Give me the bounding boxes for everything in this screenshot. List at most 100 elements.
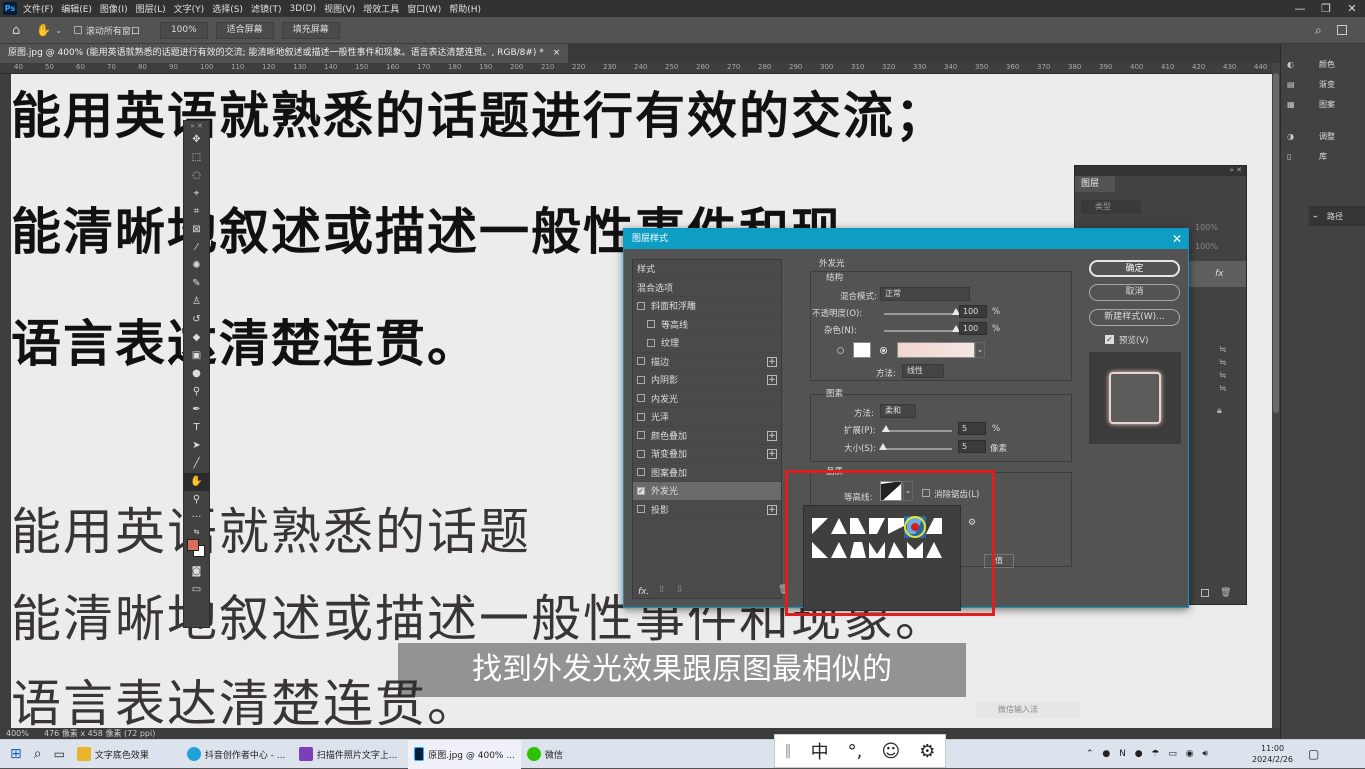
search-icon[interactable]: ⌕ [28, 740, 48, 769]
zoom-100-button[interactable]: 100% [159, 21, 208, 39]
style-item[interactable]: 颜色叠加 + [633, 427, 781, 445]
add-style-icon[interactable]: + [767, 375, 777, 385]
lasso-tool-icon[interactable]: ◌ [184, 167, 209, 185]
menu-type[interactable]: 文字(Y) [174, 2, 205, 15]
close-icon[interactable]: ✕ [1172, 229, 1182, 249]
menu-image[interactable]: 图像(I) [100, 2, 128, 15]
taskbar-app-photoshop[interactable]: 原图.jpg @ 400% ... [407, 739, 521, 769]
add-style-icon[interactable]: + [767, 449, 777, 459]
style-item[interactable]: 光泽 [633, 408, 781, 427]
dock-paths[interactable]: ⌁ 路径 [1309, 206, 1365, 226]
opacity-slider[interactable] [884, 313, 956, 315]
style-item-checkbox[interactable] [637, 505, 645, 514]
layers-opacity[interactable]: 100% [1195, 223, 1218, 232]
style-item[interactable]: 投影 + [633, 501, 781, 519]
notification-icon[interactable]: ▢ [1302, 740, 1325, 769]
document-tab[interactable]: 原图.jpg @ 400% (能用英语就熟悉的话题进行有效的交流; 能清晰地叙述… [0, 44, 569, 63]
size-slider-thumb[interactable] [879, 443, 888, 450]
taskbar-app-onenote[interactable]: 扫描件照片文字上... [293, 740, 408, 769]
line-tool-icon[interactable]: ╱ [184, 455, 209, 473]
style-item-checkbox[interactable] [637, 431, 645, 440]
home-icon[interactable]: ⌂ [12, 23, 20, 38]
move-tool-icon[interactable]: ✥ [184, 131, 209, 149]
dialog-title-bar[interactable]: 图层样式 ✕ [624, 229, 1188, 249]
crop-tool-icon[interactable]: ⌗ [184, 203, 209, 221]
pen-tool-icon[interactable]: ✒ [184, 401, 209, 419]
chevron-down-icon[interactable]: ⌄ [55, 26, 62, 35]
type-tool-icon[interactable]: T [184, 419, 209, 437]
style-item[interactable]: 等高线 [633, 316, 781, 334]
layers-kind-filter[interactable]: 类型 [1081, 200, 1141, 214]
eyedropper-tool-icon[interactable]: ⁄ [184, 239, 209, 257]
toolbox-header[interactable]: » ✕ [184, 121, 209, 131]
vertical-scrollbar[interactable] [1272, 63, 1280, 728]
new-style-button[interactable]: 新建样式(W)... [1089, 309, 1180, 326]
style-item-checkbox[interactable] [637, 357, 645, 366]
spread-input[interactable]: 5 [958, 422, 986, 435]
dock-adjustments[interactable]: ◑ 调整 [1281, 126, 1365, 146]
add-style-icon[interactable]: + [767, 430, 777, 441]
emoji-icon[interactable]: ☺ [881, 741, 900, 762]
style-item-checkbox[interactable]: ✓ [637, 486, 645, 495]
style-item[interactable]: 图案叠加 [633, 464, 781, 482]
gradient-radio[interactable] [880, 347, 887, 354]
menu-select[interactable]: 选择(S) [212, 2, 243, 15]
style-item-checkbox[interactable] [637, 394, 645, 403]
new-layer-icon[interactable] [1201, 589, 1209, 597]
style-item-checkbox[interactable] [637, 468, 645, 477]
marquee-tool-icon[interactable]: ⬚ [184, 149, 209, 167]
close-icon[interactable]: × [553, 48, 561, 58]
style-item-checkbox[interactable] [637, 412, 645, 421]
fx-menu-button[interactable]: fx. [638, 587, 649, 597]
scrollbar-thumb[interactable] [1273, 73, 1279, 413]
color-swatches[interactable] [184, 537, 209, 563]
opacity-input[interactable]: 100 [959, 305, 987, 318]
fill-screen-button[interactable]: 填充屏幕 [281, 21, 340, 39]
blend-mode-select[interactable]: 正常 [880, 287, 970, 301]
hand-tool-icon[interactable]: ✋ [184, 473, 209, 491]
menu-file[interactable]: 文件(F) [23, 2, 53, 15]
move-down-icon[interactable]: ⇩ [676, 585, 684, 595]
clock[interactable]: 11:00 2024/2/26 [1252, 743, 1293, 765]
technique-select[interactable]: 柔和 [880, 404, 916, 418]
noise-input[interactable]: 100 [959, 322, 987, 335]
zoom-tool-icon[interactable]: ⚲ [184, 491, 209, 509]
quick-select-tool-icon[interactable]: ⌖ [184, 185, 209, 203]
method-select[interactable]: 线性 [902, 364, 944, 378]
style-item[interactable]: 描边 + [633, 353, 781, 371]
fit-screen-button[interactable]: 适合屏幕 [215, 21, 274, 39]
size-slider[interactable] [882, 448, 952, 450]
search-icon[interactable]: ⌕ [1315, 23, 1322, 38]
stamp-tool-icon[interactable]: ♙ [184, 293, 209, 311]
style-item-checkbox[interactable] [637, 375, 645, 384]
style-item-checkbox[interactable] [637, 449, 645, 458]
layers-fill[interactable]: 100% [1195, 242, 1218, 251]
close-window-button[interactable]: ✕ [1339, 0, 1365, 17]
style-item[interactable]: ✓ 外发光 [633, 482, 781, 501]
path-select-tool-icon[interactable]: ➤ [184, 437, 209, 455]
brush-tool-icon[interactable]: ✎ [184, 275, 209, 293]
minimize-button[interactable]: — [1287, 0, 1313, 17]
foreground-color-swatch[interactable] [187, 539, 199, 551]
ime-handle[interactable]: ‖ [785, 743, 792, 759]
history-brush-icon[interactable]: ↺ [184, 311, 209, 329]
screen-mode-icon[interactable]: ▭ [184, 581, 209, 599]
preview-checkbox[interactable]: ✓ [1105, 335, 1114, 344]
ime-punctuation[interactable]: °, [848, 741, 863, 762]
blur-tool-icon[interactable]: ● [184, 365, 209, 383]
gradient-tool-icon[interactable]: ▣ [184, 347, 209, 365]
size-input[interactable]: 5 [958, 440, 986, 453]
quick-mask-icon[interactable]: ◙ [184, 563, 209, 581]
taskbar-app-edge[interactable]: 抖音创作者中心 - ... [181, 740, 293, 769]
menu-window[interactable]: 窗口(W) [407, 2, 441, 15]
windows-start-icon[interactable]: ⊞ [0, 740, 28, 769]
style-item-checkbox[interactable] [637, 301, 645, 310]
style-item-checkbox[interactable] [647, 338, 655, 347]
swap-colors-icon[interactable]: ⇆ [184, 527, 209, 537]
tray-icons[interactable]: ⌃ ● N ● ☂ ▭ ◉ 🔊︎ [1080, 740, 1217, 769]
ok-button[interactable]: 确定 [1089, 260, 1180, 277]
hand-tool-icon[interactable]: ✋ [36, 23, 51, 37]
eraser-tool-icon[interactable]: ◆ [184, 329, 209, 347]
restore-button[interactable]: ❐ [1313, 0, 1339, 17]
move-up-icon[interactable]: ⇧ [658, 585, 666, 595]
